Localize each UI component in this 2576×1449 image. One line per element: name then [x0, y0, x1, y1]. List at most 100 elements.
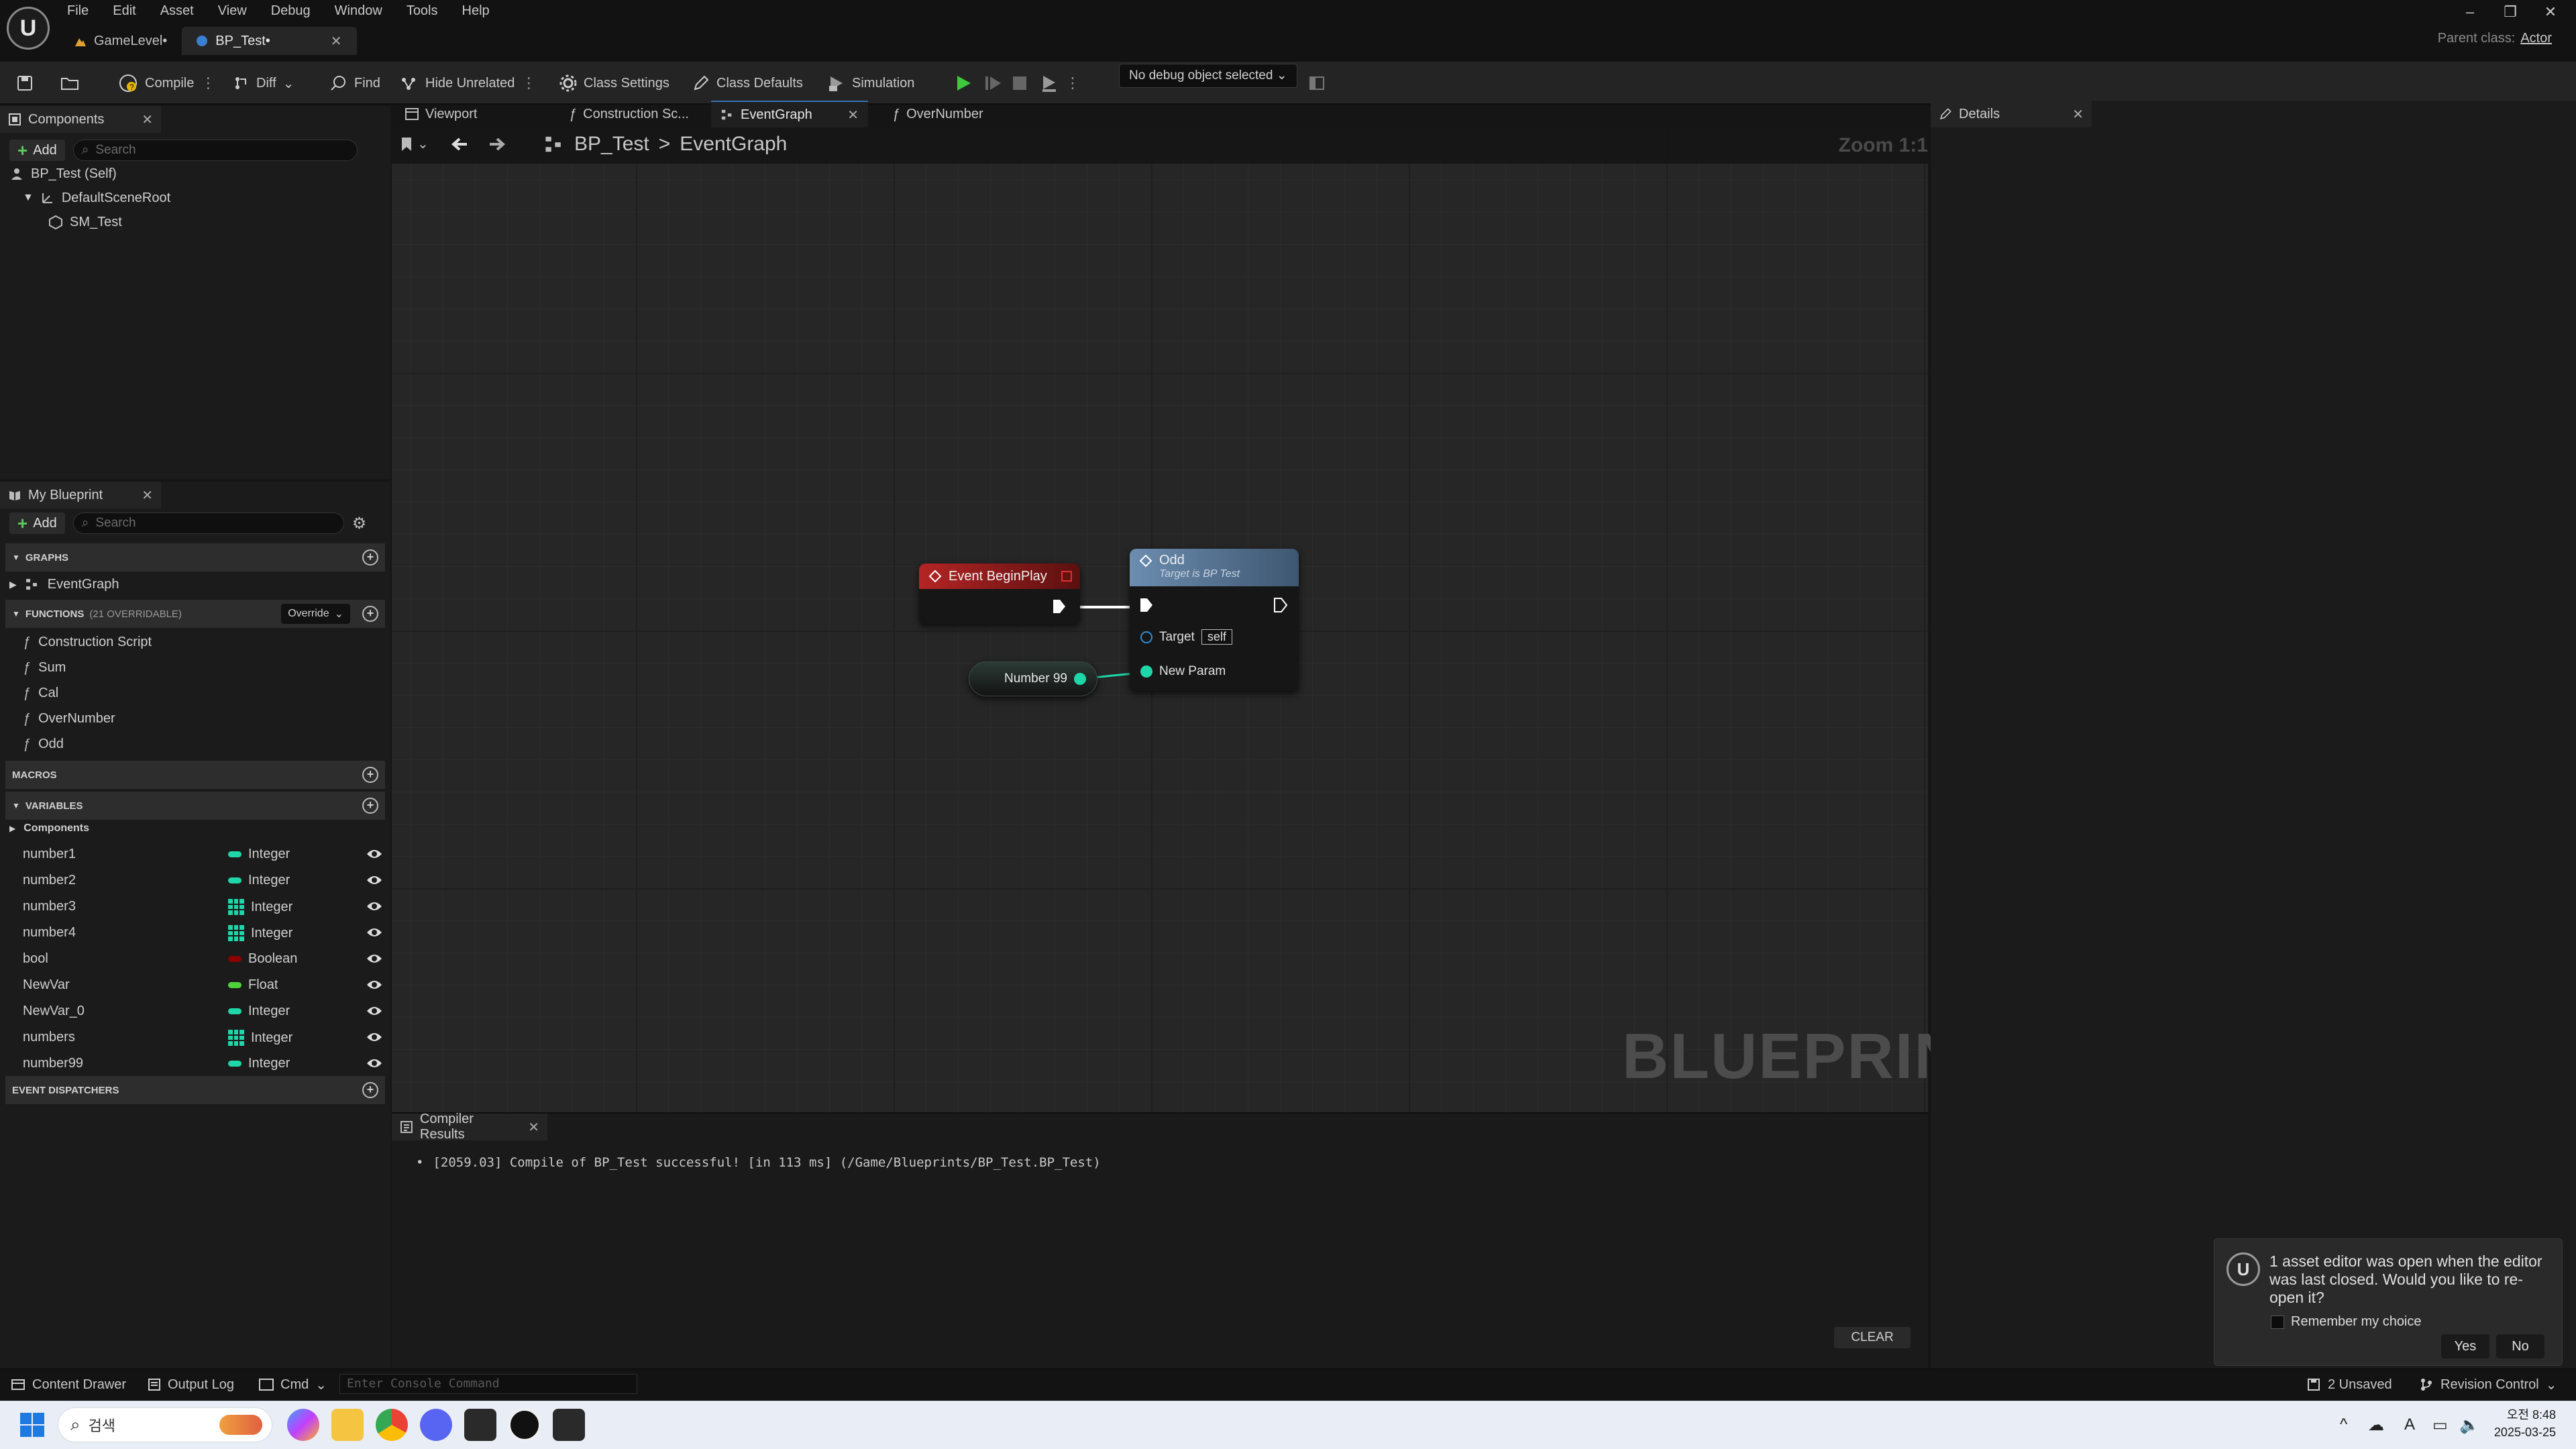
file-explorer-icon[interactable]: [331, 1409, 364, 1441]
visibility-eye-icon[interactable]: [366, 848, 382, 860]
variable-row-newvar[interactable]: NewVar Float: [0, 972, 390, 998]
variable-row-number2[interactable]: number2 Integer: [0, 867, 390, 893]
taskbar-clock[interactable]: 오전 8:48 2025-03-25: [2494, 1406, 2556, 1441]
save-button[interactable]: [16, 62, 34, 105]
play-button[interactable]: [954, 62, 973, 105]
new-param-pin[interactable]: New Param: [1140, 664, 1226, 679]
hide-unrelated-button[interactable]: Hide Unrelated ⋮: [400, 62, 536, 105]
menu-edit[interactable]: Edit: [113, 3, 136, 19]
variable-type[interactable]: Integer: [228, 1030, 292, 1046]
clear-button[interactable]: CLEAR: [1834, 1327, 1911, 1348]
tree-item-sm-test[interactable]: SM_Test: [48, 211, 122, 233]
menu-asset[interactable]: Asset: [160, 3, 194, 19]
tab-eventgraph[interactable]: EventGraph ✕: [711, 101, 868, 127]
target-value-box[interactable]: self: [1201, 629, 1232, 645]
restore-icon[interactable]: ❐: [2490, 1, 2530, 23]
close-icon[interactable]: ✕: [2072, 106, 2084, 123]
visibility-eye-icon[interactable]: [366, 979, 382, 991]
forward-arrow-icon[interactable]: [487, 134, 507, 154]
menu-tools[interactable]: Tools: [407, 3, 438, 19]
discord-icon[interactable]: [420, 1409, 452, 1441]
windows-start-icon[interactable]: [19, 1411, 46, 1438]
unsaved-button[interactable]: 2 Unsaved: [2306, 1369, 2392, 1400]
add-macro-icon[interactable]: +: [362, 767, 378, 783]
output-log-button[interactable]: Output Log: [148, 1369, 234, 1400]
add-member-button[interactable]: + Add: [9, 513, 65, 534]
graph-item-eventgraph[interactable]: ▶ EventGraph: [9, 573, 119, 596]
close-icon[interactable]: ✕: [331, 33, 342, 50]
function-item-construction-script[interactable]: ƒ Construction Script: [23, 631, 152, 653]
minimize-icon[interactable]: –: [2450, 1, 2490, 23]
menu-file[interactable]: File: [67, 3, 89, 19]
console-command-input[interactable]: Enter Console Command: [339, 1374, 637, 1394]
network-icon[interactable]: ▭: [2432, 1415, 2448, 1435]
add-graph-icon[interactable]: +: [362, 549, 378, 566]
target-pin[interactable]: Target self: [1140, 629, 1232, 645]
epic-games-icon[interactable]: [464, 1409, 496, 1441]
cmd-dropdown[interactable]: Cmd ⌄: [259, 1369, 327, 1400]
variable-type[interactable]: Integer: [228, 1004, 290, 1019]
taskbar-search-input[interactable]: ⌕ 검색: [58, 1407, 272, 1442]
find-button[interactable]: Find: [330, 62, 380, 105]
variable-row-number4[interactable]: number4 Integer: [0, 920, 390, 945]
chrome-icon[interactable]: [376, 1409, 408, 1441]
tab-compiler-results[interactable]: Compiler Results ✕: [392, 1112, 547, 1142]
visibility-eye-icon[interactable]: [366, 900, 382, 912]
add-component-button[interactable]: + Add: [9, 140, 65, 161]
menu-window[interactable]: Window: [335, 3, 382, 19]
section-event-dispatchers[interactable]: EVENT DISPATCHERS +: [5, 1076, 385, 1104]
variable-type[interactable]: Integer: [228, 925, 292, 941]
node-get-number99[interactable]: Number 99: [969, 661, 1097, 696]
tab-bp-test[interactable]: BP_Test• ✕: [182, 27, 357, 55]
close-window-icon[interactable]: ✕: [2530, 1, 2571, 23]
close-icon[interactable]: ✕: [142, 111, 153, 128]
components-search-input[interactable]: ⌕ Search: [72, 140, 358, 161]
visibility-eye-icon[interactable]: [366, 1005, 382, 1017]
remember-choice-checkbox[interactable]: Remember my choice: [2271, 1314, 2422, 1330]
function-item-sum[interactable]: ƒ Sum: [23, 656, 66, 679]
class-settings-button[interactable]: Class Settings: [559, 62, 669, 105]
variable-type[interactable]: Boolean: [228, 951, 297, 967]
section-functions[interactable]: ▼ FUNCTIONS (21 OVERRIDABLE) Override ⌄ …: [5, 600, 385, 628]
volume-icon[interactable]: 🔈: [2459, 1415, 2479, 1435]
section-macros[interactable]: MACROS +: [5, 761, 385, 789]
bookmark-button[interactable]: ⌄: [400, 136, 429, 152]
no-button[interactable]: No: [2496, 1334, 2544, 1358]
class-defaults-button[interactable]: Class Defaults: [692, 62, 803, 105]
variable-row-numbers[interactable]: numbers Integer: [0, 1024, 390, 1050]
node-event-beginplay[interactable]: Event BeginPlay: [919, 564, 1080, 624]
override-dropdown[interactable]: Override ⌄: [281, 604, 350, 624]
variable-row-number1[interactable]: number1 Integer: [0, 841, 390, 867]
add-function-icon[interactable]: +: [362, 606, 378, 622]
tab-components[interactable]: Components ✕: [0, 106, 161, 133]
exec-out-pin-icon[interactable]: [1273, 597, 1288, 613]
tab-my-blueprint[interactable]: My Blueprint ✕: [0, 482, 161, 508]
back-arrow-icon[interactable]: [449, 134, 470, 154]
visibility-eye-icon[interactable]: [366, 926, 382, 938]
simulation-button[interactable]: Simulation: [826, 62, 914, 105]
compile-button[interactable]: ? Compile ⋮: [118, 62, 215, 105]
breadcrumb-root[interactable]: BP_Test: [574, 133, 649, 156]
tab-gamelevel[interactable]: GameLevel•: [60, 27, 182, 55]
content-drawer-button[interactable]: Content Drawer: [11, 1369, 126, 1400]
delegate-pin-icon[interactable]: [1061, 571, 1072, 582]
stop-button[interactable]: [1012, 62, 1028, 105]
epic-launcher-icon[interactable]: [553, 1409, 585, 1441]
add-variable-icon[interactable]: +: [362, 798, 378, 814]
ime-icon[interactable]: A: [2404, 1415, 2415, 1434]
onedrive-icon[interactable]: ☁: [2368, 1415, 2384, 1435]
section-variables[interactable]: ▼ VARIABLES +: [5, 792, 385, 820]
my-blueprint-search-input[interactable]: ⌕ Search: [72, 513, 344, 534]
menu-help[interactable]: Help: [462, 3, 490, 19]
visibility-eye-icon[interactable]: [366, 874, 382, 886]
function-item-cal[interactable]: ƒ Cal: [23, 682, 58, 704]
debug-filter-button[interactable]: [1308, 62, 1326, 105]
variable-type[interactable]: Integer: [228, 847, 290, 862]
copilot-icon[interactable]: [287, 1409, 319, 1441]
variable-row-number99[interactable]: number99 Integer: [0, 1051, 390, 1076]
node-odd[interactable]: Odd Target is BP Test Target self New Pa…: [1130, 549, 1299, 691]
integer-pin-icon[interactable]: [1074, 673, 1086, 685]
visibility-eye-icon[interactable]: [366, 1031, 382, 1043]
exec-out-pin-icon[interactable]: [1052, 598, 1067, 614]
function-item-overnumber[interactable]: ƒ OverNumber: [23, 707, 115, 730]
